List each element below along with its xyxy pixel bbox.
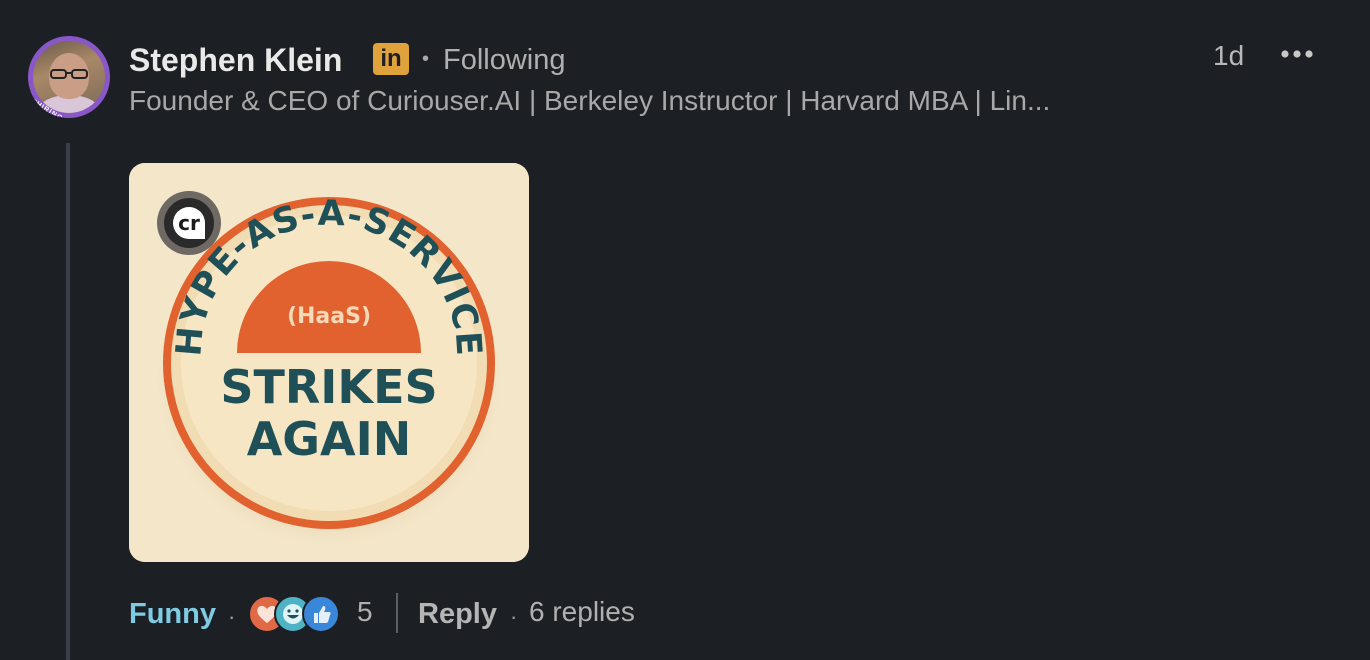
avatar-photo — [33, 41, 105, 113]
reaction-count[interactable]: 5 — [357, 596, 373, 628]
button-subtext: (HaaS) — [287, 304, 371, 329]
like-icon — [302, 595, 340, 633]
reaction-icons[interactable] — [248, 595, 348, 633]
separator-dot: • — [422, 48, 430, 70]
more-options-button[interactable] — [1280, 42, 1316, 66]
avatar[interactable]: #HIRING — [28, 36, 110, 118]
linkedin-premium-icon: in — [373, 43, 409, 75]
button-line1: STRIKES — [220, 360, 437, 414]
replies-count[interactable]: 6 replies — [529, 596, 635, 628]
divider — [396, 593, 398, 633]
glasses-icon — [50, 69, 88, 79]
reaction-label[interactable]: Funny — [129, 594, 216, 634]
comment-container: #HIRING Stephen Klein in • Following Fou… — [0, 0, 1370, 660]
timestamp: 1d — [1213, 40, 1245, 71]
reply-button[interactable]: Reply — [418, 594, 497, 634]
more-horizontal-icon — [1281, 50, 1313, 58]
separator-dot: · — [228, 604, 236, 629]
follow-status[interactable]: Following — [443, 42, 566, 78]
author-headline: Founder & CEO of Curiouser.AI | Berkeley… — [129, 85, 1051, 116]
comment-image[interactable]: HYPE-AS-A-SERVICE (HaaS) STRIKES AGAIN c… — [129, 163, 529, 562]
separator-dot: · — [510, 604, 518, 629]
logo-text: cr — [178, 211, 200, 235]
hype-button-illustration: HYPE-AS-A-SERVICE (HaaS) STRIKES AGAIN c… — [129, 163, 529, 562]
curiouser-logo-icon: cr — [157, 191, 221, 255]
author-name[interactable]: Stephen Klein — [129, 40, 342, 80]
thread-line — [66, 143, 70, 660]
button-line2: AGAIN — [247, 412, 412, 466]
